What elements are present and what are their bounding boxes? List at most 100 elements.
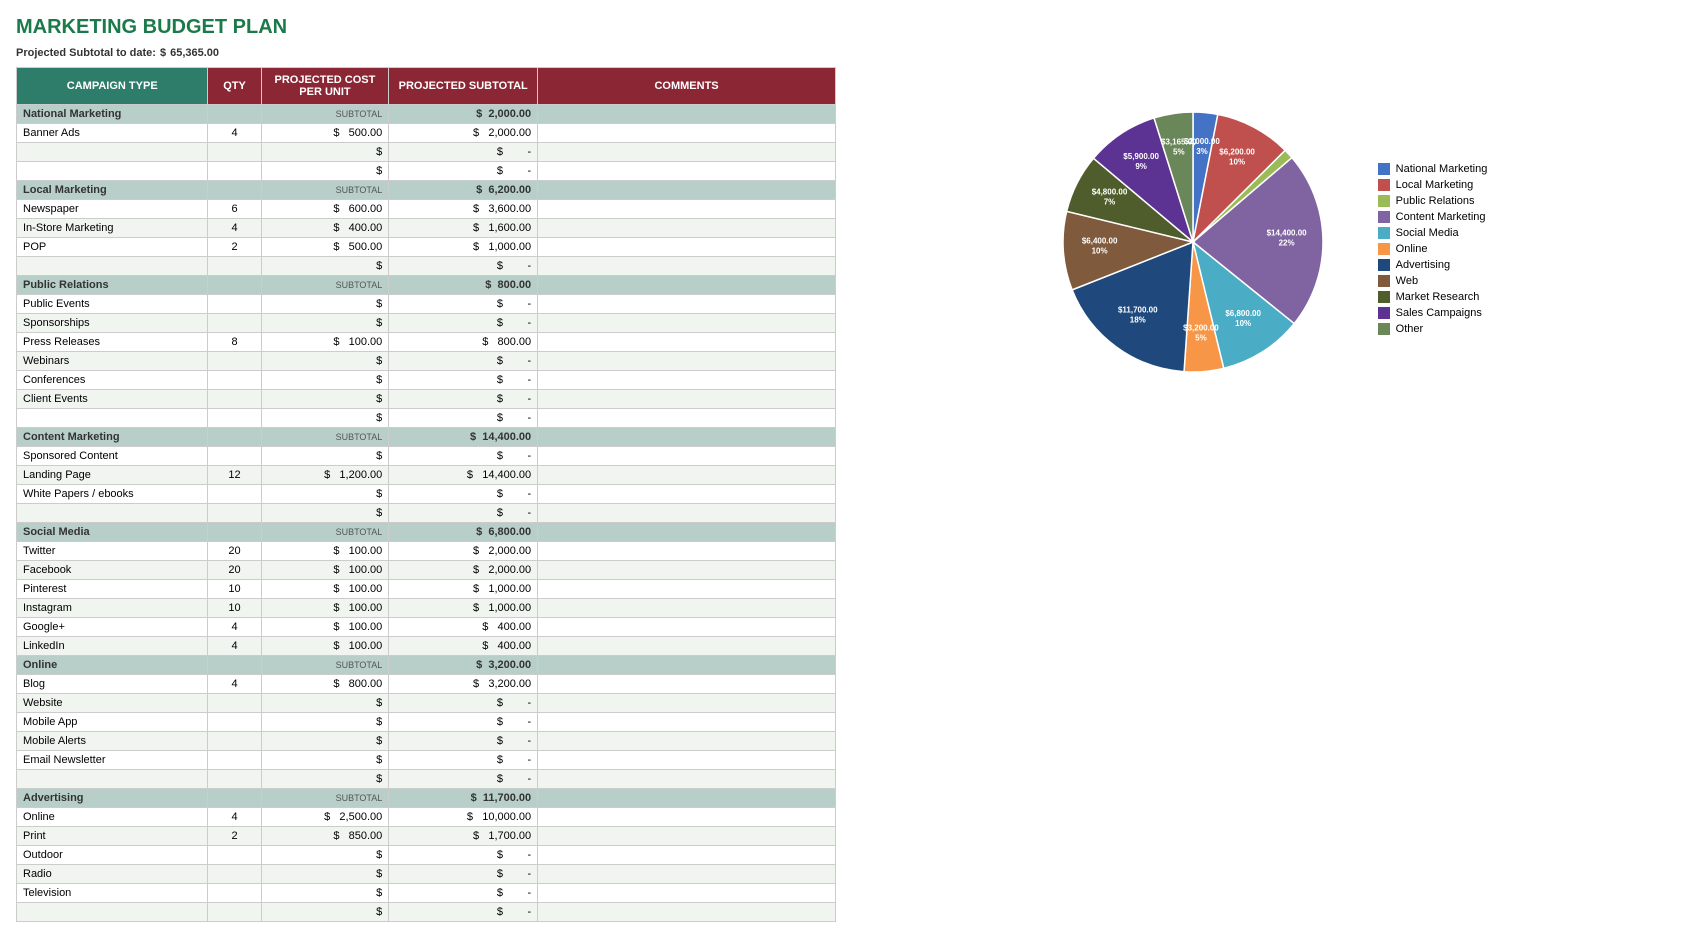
table-row: Mobile App $ $ -	[17, 713, 836, 732]
legend-label-1: Local Marketing	[1396, 179, 1474, 191]
header-subtotal: PROJECTED SUBTOTAL	[389, 68, 538, 105]
table-row: $ $ -	[17, 162, 836, 181]
legend-color-9	[1378, 307, 1390, 319]
table-row: $ $ -	[17, 770, 836, 789]
legend-item-7: Web	[1378, 275, 1488, 287]
legend-item-9: Sales Campaigns	[1378, 307, 1488, 319]
table-row: Website $ $ -	[17, 694, 836, 713]
legend-label-2: Public Relations	[1396, 195, 1475, 207]
table-row: Client Events $ $ -	[17, 390, 836, 409]
legend-item-1: Local Marketing	[1378, 179, 1488, 191]
category-name: Online	[17, 656, 208, 675]
header-comments: COMMENTS	[538, 68, 836, 105]
legend-item-0: National Marketing	[1378, 163, 1488, 175]
category-name: Local Marketing	[17, 181, 208, 200]
table-row: Google+ 4 $ 100.00 $ 400.00	[17, 618, 836, 637]
table-row: Press Releases 8 $ 100.00 $ 800.00	[17, 333, 836, 352]
legend-color-10	[1378, 323, 1390, 335]
legend-item-10: Other	[1378, 323, 1488, 335]
chart-section: $2,000.003%$6,200.0010%$14,400.0022%$6,8…	[856, 67, 1669, 922]
category-name: National Marketing	[17, 105, 208, 124]
legend-label-10: Other	[1396, 323, 1424, 335]
legend-color-6	[1378, 259, 1390, 271]
table-row: Public Events $ $ -	[17, 295, 836, 314]
legend-item-5: Online	[1378, 243, 1488, 255]
legend-item-8: Market Research	[1378, 291, 1488, 303]
category-row: Public Relations SUBTOTAL $ 800.00	[17, 276, 836, 295]
category-name: Content Marketing	[17, 428, 208, 447]
table-row: LinkedIn 4 $ 100.00 $ 400.00	[17, 637, 836, 656]
category-row: National Marketing SUBTOTAL $ 2,000.00	[17, 105, 836, 124]
legend-label-5: Online	[1396, 243, 1428, 255]
table-row: Email Newsletter $ $ -	[17, 751, 836, 770]
pie-chart-container: $2,000.003%$6,200.0010%$14,400.0022%$6,8…	[1038, 87, 1348, 400]
legend-color-1	[1378, 179, 1390, 191]
table-row: Banner Ads 4 $ 500.00 $ 2,000.00	[17, 124, 836, 143]
main-layout: CAMPAIGN TYPE QTY PROJECTED COST PER UNI…	[16, 67, 1669, 922]
chart-legend: National Marketing Local Marketing Publi…	[1378, 163, 1488, 335]
table-row: Online 4 $ 2,500.00 $ 10,000.00	[17, 808, 836, 827]
table-row: $ $ -	[17, 903, 836, 922]
table-row: $ $ -	[17, 409, 836, 428]
subtitle-currency: $	[160, 47, 166, 59]
legend-item-4: Social Media	[1378, 227, 1488, 239]
table-row: Print 2 $ 850.00 $ 1,700.00	[17, 827, 836, 846]
page-title: MARKETING BUDGET PLAN	[16, 16, 1669, 39]
header-qty: QTY	[208, 68, 261, 105]
table-row: Pinterest 10 $ 100.00 $ 1,000.00	[17, 580, 836, 599]
table-row: Blog 4 $ 800.00 $ 3,200.00	[17, 675, 836, 694]
table-row: $ $ -	[17, 143, 836, 162]
table-row: Twitter 20 $ 100.00 $ 2,000.00	[17, 542, 836, 561]
table-row: Landing Page 12 $ 1,200.00 $ 14,400.00	[17, 466, 836, 485]
legend-color-0	[1378, 163, 1390, 175]
table-row: Mobile Alerts $ $ -	[17, 732, 836, 751]
category-name: Advertising	[17, 789, 208, 808]
table-row: Television $ $ -	[17, 884, 836, 903]
legend-color-8	[1378, 291, 1390, 303]
table-row: Sponsorships $ $ -	[17, 314, 836, 333]
header-cost: PROJECTED COST PER UNIT	[261, 68, 389, 105]
subtitle: Projected Subtotal to date: $ 65,365.00	[16, 47, 1669, 59]
legend-label-3: Content Marketing	[1396, 211, 1486, 223]
category-name: Public Relations	[17, 276, 208, 295]
legend-color-5	[1378, 243, 1390, 255]
category-row: Content Marketing SUBTOTAL $ 14,400.00	[17, 428, 836, 447]
legend-label-9: Sales Campaigns	[1396, 307, 1482, 319]
table-row: $ $ -	[17, 504, 836, 523]
table-row: Conferences $ $ -	[17, 371, 836, 390]
category-row: Online SUBTOTAL $ 3,200.00	[17, 656, 836, 675]
pie-chart: $2,000.003%$6,200.0010%$14,400.0022%$6,8…	[1038, 87, 1348, 397]
legend-color-7	[1378, 275, 1390, 287]
legend-item-6: Advertising	[1378, 259, 1488, 271]
category-row: Social Media SUBTOTAL $ 6,800.00	[17, 523, 836, 542]
legend-label-8: Market Research	[1396, 291, 1480, 303]
table-row: White Papers / ebooks $ $ -	[17, 485, 836, 504]
table-row: Webinars $ $ -	[17, 352, 836, 371]
legend-color-3	[1378, 211, 1390, 223]
table-row: Outdoor $ $ -	[17, 846, 836, 865]
page: MARKETING BUDGET PLAN Projected Subtotal…	[0, 0, 1685, 938]
subtitle-value: 65,365.00	[170, 47, 219, 59]
budget-table: CAMPAIGN TYPE QTY PROJECTED COST PER UNI…	[16, 67, 836, 922]
subtitle-label: Projected Subtotal to date:	[16, 47, 156, 59]
table-row: Newspaper 6 $ 600.00 $ 3,600.00	[17, 200, 836, 219]
table-row: POP 2 $ 500.00 $ 1,000.00	[17, 238, 836, 257]
table-row: $ $ -	[17, 257, 836, 276]
legend-item-3: Content Marketing	[1378, 211, 1488, 223]
header-campaign: CAMPAIGN TYPE	[17, 68, 208, 105]
legend-color-4	[1378, 227, 1390, 239]
legend-label-4: Social Media	[1396, 227, 1459, 239]
table-row: Instagram 10 $ 100.00 $ 1,000.00	[17, 599, 836, 618]
legend-item-2: Public Relations	[1378, 195, 1488, 207]
chart-and-legend: $2,000.003%$6,200.0010%$14,400.0022%$6,8…	[1038, 87, 1488, 400]
table-row: Radio $ $ -	[17, 865, 836, 884]
category-name: Social Media	[17, 523, 208, 542]
category-row: Local Marketing SUBTOTAL $ 6,200.00	[17, 181, 836, 200]
legend-label-6: Advertising	[1396, 259, 1450, 271]
table-section: CAMPAIGN TYPE QTY PROJECTED COST PER UNI…	[16, 67, 836, 922]
legend-label-7: Web	[1396, 275, 1418, 287]
legend-label-0: National Marketing	[1396, 163, 1488, 175]
table-row: In-Store Marketing 4 $ 400.00 $ 1,600.00	[17, 219, 836, 238]
category-row: Advertising SUBTOTAL $ 11,700.00	[17, 789, 836, 808]
table-row: Sponsored Content $ $ -	[17, 447, 836, 466]
